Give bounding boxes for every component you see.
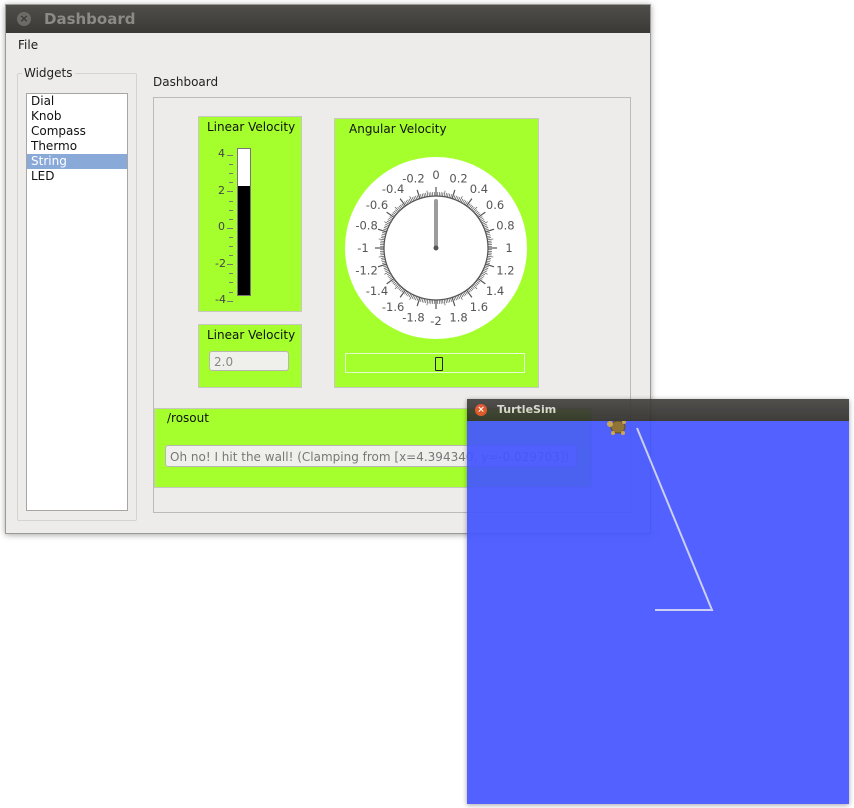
- thermo-minor-tick: [229, 182, 233, 184]
- dial-tick: [442, 192, 444, 197]
- dial-tick: [428, 299, 430, 304]
- linear-velocity-field-panel: Linear Velocity 2.0: [198, 324, 302, 388]
- dial-scale-label: 0: [432, 168, 439, 182]
- thermo-fill: [238, 185, 250, 295]
- window-title: Dashboard: [44, 10, 136, 28]
- thermo-minor-tick: [229, 200, 233, 202]
- dial-scale-label: -2: [430, 314, 441, 328]
- list-item-compass[interactable]: Compass: [27, 124, 127, 139]
- turtlesim-window: × TurtleSim: [467, 399, 849, 804]
- thermo-bar: [237, 148, 251, 296]
- dial-scale-label: 1.4: [486, 284, 504, 298]
- thermo-tick-label: 2: [218, 184, 225, 197]
- slider-handle[interactable]: [435, 357, 443, 371]
- dial-scale-label: -1.6: [382, 300, 404, 314]
- dial-tick: [428, 192, 430, 197]
- dial-scale-label: -1: [357, 241, 368, 255]
- thermo-tick-label: 4: [218, 147, 225, 160]
- list-item-dial[interactable]: Dial: [27, 94, 127, 109]
- dial-scale-label: 1.8: [449, 310, 467, 324]
- thermo-minor-tick: [229, 236, 233, 238]
- dial-scale-label: 0.8: [496, 218, 514, 232]
- field-title: Linear Velocity: [205, 328, 298, 342]
- widgets-list[interactable]: Dial Knob Compass Thermo String LED: [26, 93, 128, 511]
- dial-scale-label: -1.8: [402, 310, 424, 324]
- thermo-tick-label: -4: [215, 293, 226, 306]
- thermo-tick-label: -2: [215, 257, 226, 270]
- dial-tick: [487, 254, 492, 256]
- thermo-minor-tick: [229, 291, 233, 293]
- menu-file[interactable]: File: [18, 38, 38, 52]
- thermo-minor-tick: [227, 227, 233, 229]
- dial-tick: [487, 240, 492, 242]
- thermo-minor-tick: [227, 155, 233, 156]
- list-item-string[interactable]: String: [27, 154, 127, 169]
- thermo-minor-tick: [229, 218, 233, 220]
- thermo-minor-tick: [227, 191, 233, 193]
- dial-scale-label: -0.2: [402, 172, 424, 186]
- dial-scale-label: -1.2: [355, 264, 377, 278]
- turtle-icon: [607, 421, 626, 435]
- dial-title: Angular Velocity: [347, 122, 449, 136]
- thermo-minor-tick: [227, 264, 233, 266]
- linear-velocity-thermo-panel: Linear Velocity 4 2 0 -2 -4: [198, 116, 302, 312]
- turtle-path: [636, 427, 714, 611]
- dial-tick: [442, 299, 444, 304]
- dial-scale-label: -0.4: [382, 182, 404, 196]
- turtle-canvas: [467, 421, 849, 804]
- dial-scale-label: 1.2: [496, 264, 514, 278]
- dial-scale-label: -1.4: [366, 284, 388, 298]
- dial-scale-label: 0.4: [470, 182, 488, 196]
- turtlesim-title-bar[interactable]: × TurtleSim: [467, 399, 849, 421]
- title-bar[interactable]: × Dashboard: [6, 5, 650, 33]
- dial-tick: [380, 240, 385, 242]
- close-icon[interactable]: ×: [17, 12, 31, 26]
- dial-pivot: [433, 245, 439, 251]
- thermo-minor-tick: [229, 246, 233, 247]
- dial-scale-label: 0.2: [449, 172, 467, 186]
- thermo-title: Linear Velocity: [205, 120, 298, 134]
- thermo-minor-tick: [229, 255, 233, 257]
- thermo-minor-tick: [229, 164, 233, 166]
- dial-scale-label: -0.6: [366, 198, 388, 212]
- angular-velocity-dial[interactable]: 0 0.20.4 0.6 0.8 1 1.2 1.4 1.61.8 -2 -1.8-1.6 -1.4…: [343, 153, 529, 339]
- rosout-title: /rosout: [165, 411, 211, 425]
- dial-tick: [380, 254, 385, 256]
- thermo-minor-tick: [229, 273, 233, 275]
- widgets-group-label: Widgets: [22, 66, 75, 80]
- close-icon[interactable]: ×: [475, 404, 487, 416]
- thermo-minor-tick: [229, 209, 233, 211]
- list-item-led[interactable]: LED: [27, 169, 127, 184]
- dial-scale-label: 0.6: [486, 198, 504, 212]
- dial-scale-label: 1.6: [470, 300, 488, 314]
- turtlesim-title: TurtleSim: [497, 403, 557, 416]
- dashboard-label: Dashboard: [153, 75, 219, 89]
- angular-velocity-slider[interactable]: [345, 353, 525, 373]
- dial-scale-label: 1: [505, 241, 512, 255]
- thermo-minor-tick: [227, 300, 233, 302]
- list-item-thermo[interactable]: Thermo: [27, 139, 127, 154]
- thermo-tick-label: 0: [218, 220, 225, 233]
- thermo-minor-tick: [229, 173, 233, 175]
- dial-scale-label: -0.8: [355, 218, 377, 232]
- angular-velocity-panel: Angular Velocity 0 0.2 0.4 0.6 0.8 1 1.2 1.4 1.6…: [334, 118, 539, 388]
- list-item-knob[interactable]: Knob: [27, 109, 127, 124]
- menu-bar: File: [6, 33, 650, 56]
- linear-velocity-input[interactable]: 2.0: [209, 351, 289, 371]
- thermo-minor-tick: [229, 282, 233, 284]
